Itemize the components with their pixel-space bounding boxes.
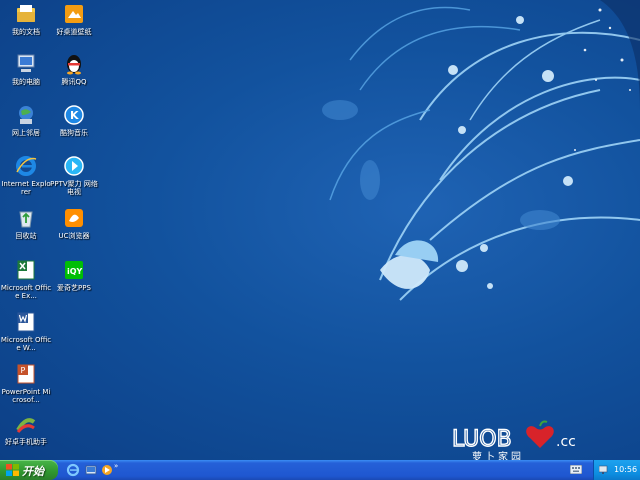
desktop-icon-kugou[interactable]: K 酷狗音乐 — [48, 103, 100, 137]
powerpoint-icon: P — [17, 364, 35, 384]
desktop-icon-label: Microsoft Office W... — [0, 336, 52, 352]
svg-text:P: P — [21, 366, 26, 375]
desktop-icon-label: 酷狗音乐 — [60, 129, 88, 137]
desktop-icon-label: Microsoft Office Ex... — [0, 284, 52, 300]
taskbar[interactable]: 开始 » 10:56 — [0, 460, 640, 480]
desktop-icon-label: PPTV聚力 网络电视 — [50, 180, 98, 196]
my-documents-icon — [17, 5, 35, 22]
iqiyi-icon: iQY — [65, 261, 83, 279]
desktop-icon-pptv[interactable]: PPTV聚力 网络电视 — [48, 154, 100, 196]
svg-text:K: K — [70, 109, 79, 122]
quick-launch-chevron[interactable]: » — [114, 462, 118, 470]
desktop-icon-label: 爱奇艺PPS — [57, 284, 91, 292]
logo-text: LUOB — [452, 427, 512, 452]
pptv-icon — [64, 156, 84, 176]
desktop-icon-iqiyi[interactable]: iQY 爱奇艺PPS — [48, 258, 100, 292]
clock[interactable]: 10:56 — [614, 465, 637, 474]
show-desktop-icon[interactable] — [84, 463, 98, 477]
desktop-icon-label: 腾讯QQ — [61, 78, 87, 86]
desktop-icon-label: UC浏览器 — [58, 232, 90, 240]
desktop-icon-label: Internet Explorer — [1, 180, 51, 196]
kugou-music-icon: K — [64, 105, 84, 125]
desktop-icon-recycle-bin[interactable]: 回收站 — [0, 206, 52, 240]
desktop-icon-label: 好桌道壁纸 — [56, 28, 92, 36]
desktop-icon-internet-explorer[interactable]: Internet Explorer — [0, 154, 52, 196]
desktop-icon-label: PowerPoint Microsof... — [1, 388, 51, 404]
windows-logo-icon — [6, 464, 19, 476]
keyboard-language-icon[interactable] — [570, 465, 582, 474]
desktop-icon-network-places[interactable]: 网上邻居 — [0, 103, 52, 137]
desktop-icon-word[interactable]: Microsoft Office W... — [0, 310, 52, 352]
desktop-icon-phone-assistant[interactable]: 好卓手机助手 — [0, 412, 52, 446]
desktop-icon-my-computer[interactable]: 我的电脑 — [0, 52, 52, 86]
my-computer-icon — [17, 54, 35, 72]
wallpaper-app-icon — [65, 5, 83, 23]
qq-penguin-icon — [67, 55, 81, 75]
desktop-icon-my-documents[interactable]: 我的文档 — [0, 2, 52, 36]
desktop-icon-powerpoint[interactable]: P PowerPoint Microsof... — [0, 362, 52, 404]
word-icon — [17, 312, 35, 332]
network-places-icon — [19, 106, 33, 124]
ie-icon[interactable] — [66, 463, 80, 477]
media-icon[interactable] — [100, 463, 114, 477]
desktop-icon-label: 我的文档 — [12, 28, 40, 36]
desktop-icon-qq[interactable]: 腾讯QQ — [48, 52, 100, 86]
phone-assistant-icon — [16, 418, 36, 433]
excel-icon — [17, 260, 35, 280]
network-status-icon[interactable] — [599, 465, 609, 475]
desktop-icon-label: 回收站 — [15, 232, 37, 240]
internet-explorer-icon — [16, 156, 37, 176]
desktop-icon-label: 我的电脑 — [12, 78, 40, 86]
uc-browser-icon — [65, 209, 83, 227]
luobo-logo: LUOB .cc 萝卜家园 — [452, 420, 576, 460]
desktop-icon-label: 好卓手机助手 — [5, 438, 47, 446]
start-button-label: 开始 — [22, 465, 44, 478]
recycle-bin-icon — [19, 211, 33, 228]
desktop-icon-label: 网上邻居 — [12, 129, 40, 137]
logo-suffix: .cc — [556, 434, 576, 450]
desktop-icon-excel[interactable]: Microsoft Office Ex... — [0, 258, 52, 300]
logo-subtitle: 萝卜家园 — [472, 450, 524, 460]
svg-text:iQY: iQY — [67, 267, 83, 276]
system-tray: 10:56 — [593, 460, 640, 480]
desktop[interactable]: 我的文档 我的电脑 网上邻居 Internet Explorer 回收站 Mic… — [0, 0, 640, 460]
start-button[interactable]: 开始 — [0, 460, 58, 480]
desktop-icon-wallpaper-app[interactable]: 好桌道壁纸 — [48, 2, 100, 36]
desktop-icon-uc-browser[interactable]: UC浏览器 — [48, 206, 100, 240]
